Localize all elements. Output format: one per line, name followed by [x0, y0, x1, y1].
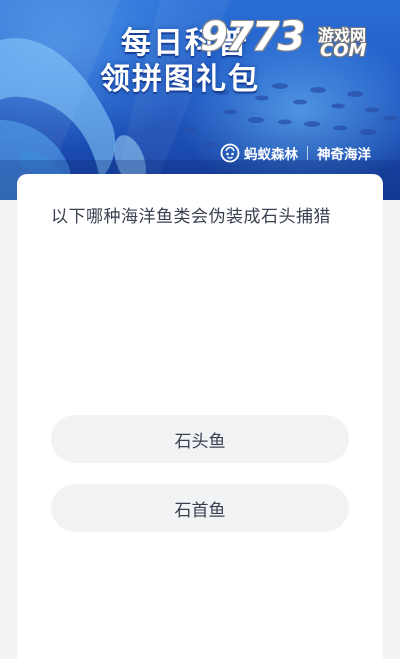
answer-option-label: 石首鱼 — [174, 500, 226, 521]
ant-forest-logo-icon — [220, 143, 240, 163]
channel-name: 神奇海洋 — [317, 147, 371, 163]
answer-option-1[interactable]: 石头鱼 — [51, 415, 349, 463]
answer-option-2[interactable]: 石首鱼 — [51, 484, 349, 532]
watermark-site-en: COM — [320, 40, 367, 61]
answer-option-label: 石头鱼 — [174, 431, 226, 452]
watermark-number: 9773 — [200, 14, 305, 60]
brand-row: 蚂蚁森林 神奇海洋 — [220, 142, 371, 164]
brand-divider — [307, 146, 308, 160]
banner: 每日科普 领拼图礼包 9773 游戏网 COM 蚂蚁森林 神奇海洋 — [0, 0, 400, 200]
site-watermark: 9773 游戏网 COM — [200, 10, 390, 68]
brand-name: 蚂蚁森林 — [244, 147, 298, 163]
quiz-page: 每日科普 领拼图礼包 9773 游戏网 COM 蚂蚁森林 神奇海洋 以下哪种海洋… — [0, 0, 400, 659]
quiz-question: 以下哪种海洋鱼类会伪装成石头捕猎 — [51, 207, 331, 227]
quiz-card: 以下哪种海洋鱼类会伪装成石头捕猎 石头鱼 石首鱼 — [17, 174, 383, 659]
